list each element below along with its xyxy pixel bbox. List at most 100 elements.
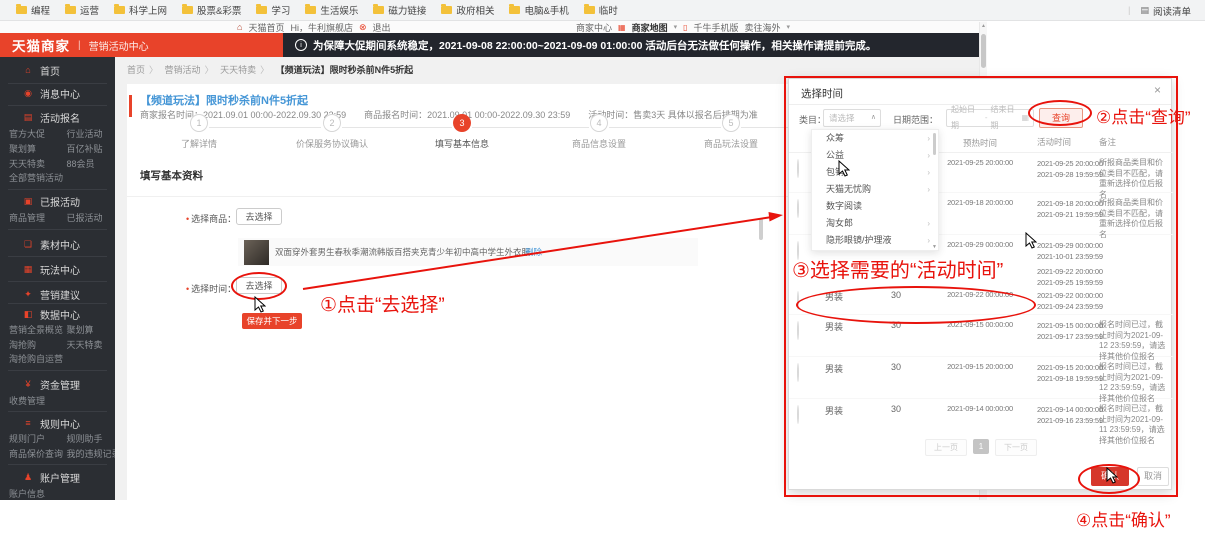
rule-icon: ≡ <box>25 418 31 428</box>
merchant-center-link[interactable]: 商家中心 <box>576 21 612 34</box>
breadcrumb-link[interactable]: 天天特卖 <box>220 65 256 75</box>
pagination: 上一页 1 下一页 <box>789 439 1173 456</box>
bookmarks-bar: 编程 运营 科学上网 股票&彩票 学习 生活娱乐 磁力链接 政府相关 电脑&手机… <box>0 0 1205 21</box>
bookmark-item[interactable]: 磁力链接 <box>373 3 426 17</box>
step-3-active: 3 填写基本信息 <box>402 114 522 150</box>
chevron-right-icon: › <box>927 236 930 245</box>
table-row[interactable]: 男装 30 2021-09-15 00:00:00 2021-09-15 00:0… <box>789 315 1173 361</box>
section-title: 填写基本资料 <box>140 170 203 182</box>
sidebar-sublink[interactable]: 聚划算 <box>58 323 116 336</box>
bookmark-item[interactable]: 科学上网 <box>114 3 167 17</box>
sidebar-item-gameplay[interactable]: ▦ 玩法中心 <box>0 261 115 277</box>
row-radio[interactable] <box>797 159 799 178</box>
choose-product-button[interactable]: 去选择 <box>236 208 282 225</box>
bookmark-item[interactable]: 学习 <box>256 3 290 17</box>
bookmark-item[interactable]: 股票&彩票 <box>182 3 241 17</box>
sidebar-item-messages[interactable]: ◉ 消息中心 <box>0 85 115 101</box>
save-next-button[interactable]: 保存并下一步 <box>242 313 302 329</box>
row-radio[interactable] <box>797 291 799 310</box>
overseas-link[interactable]: 卖往海外 <box>745 21 781 34</box>
dropdown-item[interactable]: 包销 › <box>812 164 938 181</box>
query-button[interactable]: 查询 <box>1039 108 1083 128</box>
sidebar-sublink[interactable]: 淘抢购自运营 <box>0 352 115 365</box>
folder-icon <box>16 4 27 14</box>
category-select[interactable]: 请选择 ∧ <box>823 109 881 127</box>
sidebar-sublink[interactable]: 官方大促 <box>0 127 58 140</box>
dropdown-item[interactable]: 数字阅读 <box>812 198 938 215</box>
sidebar-item-marketing-advice[interactable]: ✦ 营销建议 <box>0 286 115 302</box>
sidebar-item-home[interactable]: ⌂ 首页 <box>0 62 115 78</box>
breadcrumb-link[interactable]: 营销活动 <box>165 65 201 75</box>
sidebar-sublink[interactable]: 商品保价查询 <box>0 447 63 460</box>
table-row[interactable]: 2021-09-22 20:00:00 2021-09-25 19:59:59 <box>789 261 1173 287</box>
bookmark-item[interactable]: 运营 <box>65 3 99 17</box>
sidebar-sublink[interactable]: 已报活动 <box>58 211 116 224</box>
bookmark-item[interactable]: 电脑&手机 <box>509 3 569 17</box>
table-row[interactable]: 男装 30 2021-09-14 00:00:00 2021-09-14 00:0… <box>789 399 1173 445</box>
phone-icon: ▯ <box>683 22 688 32</box>
cancel-button[interactable]: 取消 <box>1137 467 1169 486</box>
row-radio[interactable] <box>797 405 799 424</box>
date-range-input[interactable]: 起始日期 - 结束日期 ▦ <box>946 105 1034 130</box>
dropdown-item[interactable]: 淘女郎 › <box>812 215 938 232</box>
folder-icon <box>509 4 521 14</box>
sidebar-sublink[interactable]: 我的违规记录 <box>58 447 121 460</box>
sidebar-item-account[interactable]: ♟ 账户管理 <box>0 469 115 485</box>
row-radio[interactable] <box>797 199 799 218</box>
sidebar-sublink[interactable]: 规则助手 <box>58 432 116 445</box>
tmall-home-link[interactable]: 天猫首页 <box>248 21 284 34</box>
sidebar-sublink[interactable]: 聚划算 <box>0 142 58 155</box>
inner-scrollbar-thumb[interactable] <box>759 218 763 240</box>
merchant-map-link[interactable]: 商家地图 <box>632 21 668 34</box>
next-page-button[interactable]: 下一页 <box>995 439 1037 456</box>
prev-page-button[interactable]: 上一页 <box>925 439 967 456</box>
qianniu-link[interactable]: 千牛手机版 <box>694 21 739 34</box>
reading-list-button[interactable]: 阅读清单 <box>1153 4 1191 18</box>
dropdown-item[interactable]: 众筹 › <box>812 130 938 147</box>
bookmark-item[interactable]: 生活娱乐 <box>305 3 358 17</box>
sidebar-item-data-center[interactable]: ◧ 数据中心 <box>0 306 115 322</box>
dropdown-scrollbar-thumb[interactable] <box>933 133 936 155</box>
sidebar-item-funds[interactable]: ¥ 资金管理 <box>0 376 115 392</box>
sidebar-sublink[interactable]: 天天特卖 <box>0 157 58 170</box>
breadcrumb-link[interactable]: 首页 <box>127 65 145 75</box>
dropdown-item[interactable]: 隐形眼镜/护理液 › <box>812 232 938 249</box>
row-radio[interactable] <box>797 363 799 382</box>
sidebar-item-materials[interactable]: ❏ 素材中心 <box>0 236 115 252</box>
confirm-button[interactable]: 确认 <box>1091 467 1129 486</box>
table-row[interactable]: 男装 30 2021-09-15 20:00:00 2021-09-15 20:0… <box>789 357 1173 403</box>
bookmark-item[interactable]: 临时 <box>583 3 618 17</box>
step-1: 1 了解详情 <box>139 114 259 150</box>
scrollbar-thumb[interactable] <box>981 34 986 68</box>
row-radio[interactable] <box>797 321 799 340</box>
scroll-up-icon[interactable]: ▲ <box>980 23 987 29</box>
sidebar-item-activity-signup[interactable]: ▤ 活动报名 <box>0 109 115 125</box>
folder-icon <box>256 4 268 14</box>
logout-link[interactable]: 退出 <box>373 21 391 34</box>
brand-block: 天猫商家 | 营销活动中心 <box>0 33 283 57</box>
sidebar-item-rules[interactable]: ≡ 规则中心 <box>0 415 115 431</box>
bookmark-item[interactable]: 政府相关 <box>441 3 494 17</box>
sidebar-sublink[interactable]: 商品管理 <box>0 211 58 224</box>
dropdown-item[interactable]: 公益 › <box>812 147 938 164</box>
choose-time-button[interactable]: 去选择 <box>236 277 282 294</box>
dropdown-item[interactable]: 天猫无忧购 › <box>812 181 938 198</box>
sidebar-sublink[interactable]: 全部营销活动 <box>0 171 115 184</box>
sidebar-sublink[interactable]: 规则门户 <box>0 432 58 445</box>
sidebar-sublink[interactable]: 天天特卖 <box>58 338 116 351</box>
sidebar-sublink[interactable]: 收费管理 <box>0 394 115 407</box>
row-radio[interactable] <box>797 241 799 260</box>
sidebar-item-reported-activities[interactable]: ▣ 已报活动 <box>0 193 115 209</box>
sidebar-sublink[interactable]: 营销全景概览 <box>0 323 63 336</box>
close-icon[interactable]: × <box>1154 83 1161 97</box>
delete-product-link[interactable]: 删除 <box>525 246 542 258</box>
bookmark-item[interactable]: 编程 <box>16 3 50 17</box>
breadcrumb: 首页〉 营销活动〉 天天特卖〉 【频道玩法】限时秒杀前N件5折起 <box>127 65 414 75</box>
table-row-selected[interactable]: 男装 30 2021-09-22 00:00:00 2021-09-22 00:0… <box>789 285 1173 315</box>
sidebar-sublink[interactable]: 账户信息 <box>0 487 115 500</box>
sidebar-sublink[interactable]: 88会员 <box>58 157 116 170</box>
sidebar-sublink[interactable]: 行业活动 <box>58 127 116 140</box>
sidebar-sublink[interactable]: 百亿补贴 <box>58 142 116 155</box>
sidebar-sublink[interactable]: 淘抢购 <box>0 338 58 351</box>
current-page[interactable]: 1 <box>973 439 989 454</box>
